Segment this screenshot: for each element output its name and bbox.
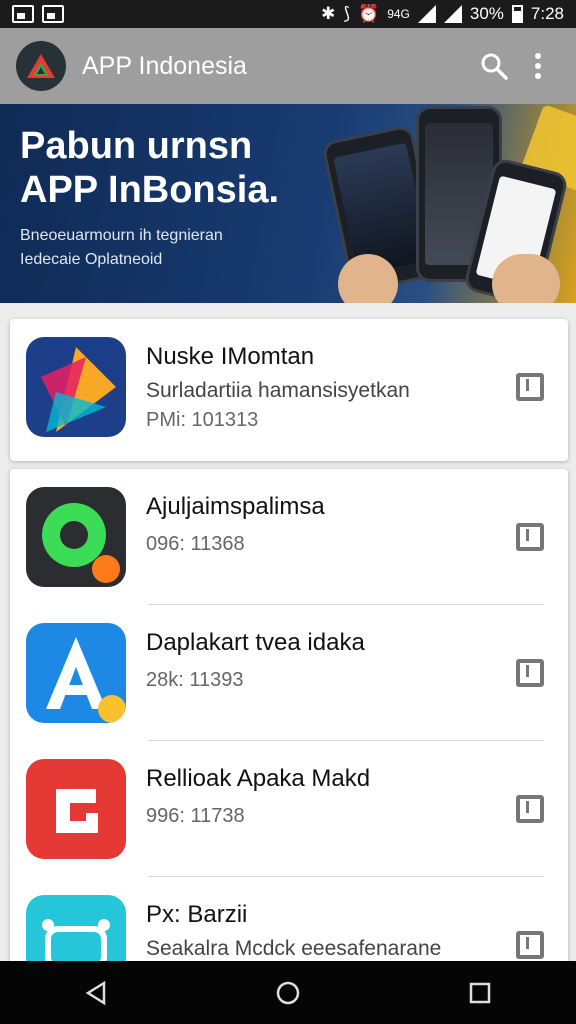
document-icon[interactable] <box>516 373 544 401</box>
home-icon <box>276 981 300 1004</box>
banner-subtitle-line1: Bneoeuarmourn ih tegnieran <box>20 227 223 244</box>
back-button[interactable] <box>76 973 116 1013</box>
app-meta: 996: 11738 <box>146 805 245 827</box>
document-icon[interactable] <box>516 931 544 959</box>
app-name: Px: Barzii <box>146 901 248 928</box>
signal-icon-2 <box>443 5 462 23</box>
red-shield-icon <box>26 759 126 859</box>
document-icon[interactable] <box>516 795 544 823</box>
document-icon[interactable] <box>516 659 544 687</box>
app-logo <box>16 41 66 91</box>
app-name: Ajuljaimspalimsa <box>146 493 325 520</box>
blue-letter-a-icon <box>26 623 126 723</box>
image-notification-icon <box>42 5 64 23</box>
app-title: APP Indonesia <box>82 51 247 80</box>
colorful-triangles-icon <box>26 337 126 437</box>
featured-app-card[interactable]: Nuske IMomtan Surladartiia hamansisyetka… <box>10 319 568 461</box>
vibrate-icon: ⟆ <box>343 4 351 23</box>
app-subtitle: Seakalra Mcdck eeesafenarane <box>146 937 442 960</box>
battery-icon <box>511 5 523 23</box>
status-bar: ✱ ⟆ ⏰ 94G 30% 7:28 <box>0 0 576 28</box>
list-item[interactable]: Rellioak Apaka Makd 996: 11738 <box>10 741 568 877</box>
app-meta: 096: 11368 <box>146 533 245 555</box>
list-item[interactable]: Nuske IMomtan Surladartiia hamansisyetka… <box>10 319 568 455</box>
green-chat-bubble-icon <box>26 487 126 587</box>
system-nav-bar <box>0 961 576 1024</box>
app-list-card: Ajuljaimspalimsa 096: 11368 Daplakart tv… <box>10 469 568 989</box>
more-vert-icon <box>535 53 541 79</box>
app-name: Rellioak Apaka Makd <box>146 765 371 792</box>
bluetooth-icon: ✱ <box>321 4 336 23</box>
document-icon[interactable] <box>516 523 544 551</box>
app-bar: APP Indonesia <box>0 28 576 104</box>
banner-subtitle-line2: Iedecaie Oplatneoid <box>20 251 163 268</box>
home-button[interactable] <box>268 973 308 1013</box>
recents-icon <box>469 982 491 1003</box>
search-icon <box>481 53 508 80</box>
promo-banner[interactable]: Pabun urnsn APP InBonsia. Bneoeuarmourn … <box>0 104 576 303</box>
app-name: Nuske IMomtan <box>146 343 315 370</box>
banner-title: Pabun urnsn APP InBonsia. <box>20 125 280 211</box>
banner-subtitle: Bneoeuarmourn ih tegnieran Iedecaie Opla… <box>20 224 320 272</box>
app-list: Nuske IMomtan Surladartiia hamansisyetka… <box>0 303 576 989</box>
gallery-notification-icon <box>12 5 34 23</box>
list-item[interactable]: Ajuljaimspalimsa 096: 11368 <box>10 469 568 605</box>
back-icon <box>85 980 106 1005</box>
app-meta: 28k: 11393 <box>146 669 244 691</box>
search-button[interactable] <box>472 44 516 88</box>
signal-icon <box>417 5 436 23</box>
clock: 7:28 <box>530 4 564 23</box>
recents-button[interactable] <box>460 973 500 1013</box>
alarm-icon: ⏰ <box>358 4 380 23</box>
banner-hand-right <box>492 254 560 303</box>
app-subtitle: Surladartiia hamansisyetkan <box>146 379 410 402</box>
battery-percent: 30% <box>469 4 504 23</box>
list-item[interactable]: Daplakart tvea idaka 28k: 11393 <box>10 605 568 741</box>
app-meta: PMi: 101313 <box>146 409 259 431</box>
app-name: Daplakart tvea idaka <box>146 629 365 656</box>
triangle-logo-icon <box>27 54 55 78</box>
overflow-menu-button[interactable] <box>516 44 560 88</box>
network-label: 94G <box>387 7 410 21</box>
